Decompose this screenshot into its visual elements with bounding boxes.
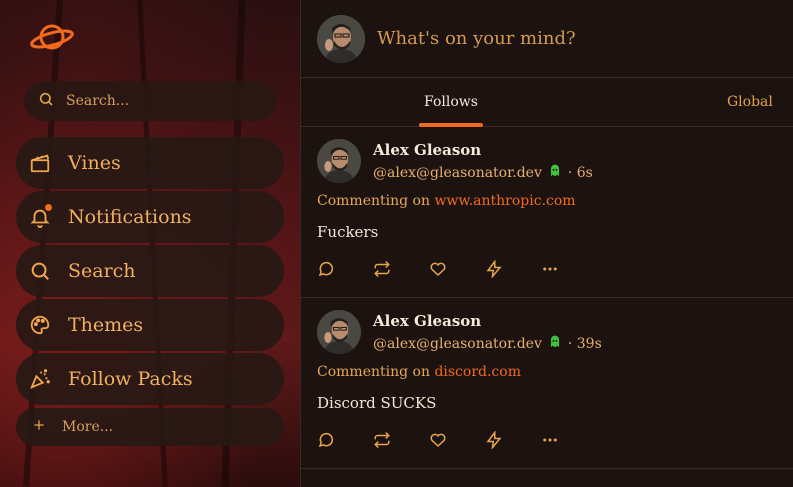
post-actions bbox=[317, 412, 777, 468]
tab-global[interactable]: Global bbox=[727, 94, 773, 110]
post-author-name[interactable]: Alex Gleason bbox=[373, 312, 602, 330]
avatar[interactable] bbox=[317, 14, 365, 63]
post-timestamp[interactable]: · 39s bbox=[568, 336, 602, 352]
reply-icon[interactable] bbox=[317, 260, 335, 278]
post-body: Fuckers bbox=[317, 223, 379, 241]
post-context: Commenting on discord.com bbox=[317, 364, 777, 380]
sidebar-search-input[interactable]: Search... bbox=[24, 81, 276, 121]
sidebar-item-label: Vines bbox=[68, 152, 121, 174]
clapperboard-icon bbox=[28, 151, 52, 175]
verified-badge-icon bbox=[548, 335, 562, 353]
more-label: More... bbox=[62, 419, 114, 435]
tab-follows[interactable]: Follows bbox=[424, 94, 478, 110]
post-context: Commenting on www.anthropic.com bbox=[317, 193, 777, 209]
palette-icon bbox=[28, 313, 52, 337]
zap-icon[interactable] bbox=[485, 431, 503, 449]
like-icon[interactable] bbox=[429, 431, 447, 449]
compose-placeholder: What's on your mind? bbox=[377, 28, 576, 49]
sidebar-item-notifications[interactable]: Notifications bbox=[16, 191, 284, 243]
context-link[interactable]: discord.com bbox=[434, 364, 521, 380]
sidebar-item-label: Notifications bbox=[68, 206, 192, 228]
context-prefix: Commenting on bbox=[317, 193, 430, 209]
avatar[interactable] bbox=[317, 310, 361, 354]
search-icon bbox=[38, 91, 54, 111]
sidebar-item-follow-packs[interactable]: Follow Packs bbox=[16, 353, 284, 405]
repost-icon[interactable] bbox=[373, 260, 391, 278]
sidebar-item-search[interactable]: Search bbox=[16, 245, 284, 297]
compose-box[interactable]: What's on your mind? bbox=[301, 0, 793, 78]
post-body: Discord SUCKS bbox=[317, 394, 437, 412]
like-icon[interactable] bbox=[429, 260, 447, 278]
sidebar-item-label: Follow Packs bbox=[68, 368, 193, 390]
context-prefix: Commenting on bbox=[317, 364, 430, 380]
sidebar: Search... Vines Notifications Search The… bbox=[0, 0, 300, 487]
search-icon bbox=[28, 259, 52, 283]
bell-icon bbox=[28, 203, 53, 229]
post-author-name[interactable]: Alex Gleason bbox=[373, 141, 593, 159]
search-placeholder: Search... bbox=[66, 93, 130, 109]
context-link[interactable]: www.anthropic.com bbox=[434, 193, 575, 209]
feed-tabs: Follows Global bbox=[301, 78, 793, 127]
sidebar-item-label: Themes bbox=[68, 314, 144, 336]
post-author-handle[interactable]: @alex@gleasonator.dev bbox=[373, 165, 542, 181]
plus-icon bbox=[32, 418, 46, 436]
verified-badge-icon bbox=[548, 164, 562, 182]
zap-icon[interactable] bbox=[485, 260, 503, 278]
sidebar-more-button[interactable]: More... bbox=[16, 408, 284, 446]
main-feed: What's on your mind? Follows Global Alex… bbox=[300, 0, 793, 487]
sidebar-item-themes[interactable]: Themes bbox=[16, 299, 284, 351]
reply-icon[interactable] bbox=[317, 431, 335, 449]
party-popper-icon bbox=[28, 367, 52, 391]
more-options-icon[interactable] bbox=[541, 431, 559, 449]
avatar[interactable] bbox=[317, 139, 361, 183]
sidebar-item-vines[interactable]: Vines bbox=[16, 137, 284, 189]
post-author-handle[interactable]: @alex@gleasonator.dev bbox=[373, 336, 542, 352]
post[interactable]: Alex Gleason @alex@gleasonator.dev · 6s … bbox=[301, 127, 793, 298]
sidebar-item-label: Search bbox=[68, 260, 136, 282]
post-actions bbox=[317, 241, 777, 297]
post-timestamp[interactable]: · 6s bbox=[568, 165, 593, 181]
planet-icon[interactable] bbox=[28, 20, 76, 54]
repost-icon[interactable] bbox=[373, 431, 391, 449]
more-options-icon[interactable] bbox=[541, 260, 559, 278]
notification-dot bbox=[44, 203, 53, 212]
post[interactable]: Alex Gleason @alex@gleasonator.dev · 39s… bbox=[301, 298, 793, 469]
